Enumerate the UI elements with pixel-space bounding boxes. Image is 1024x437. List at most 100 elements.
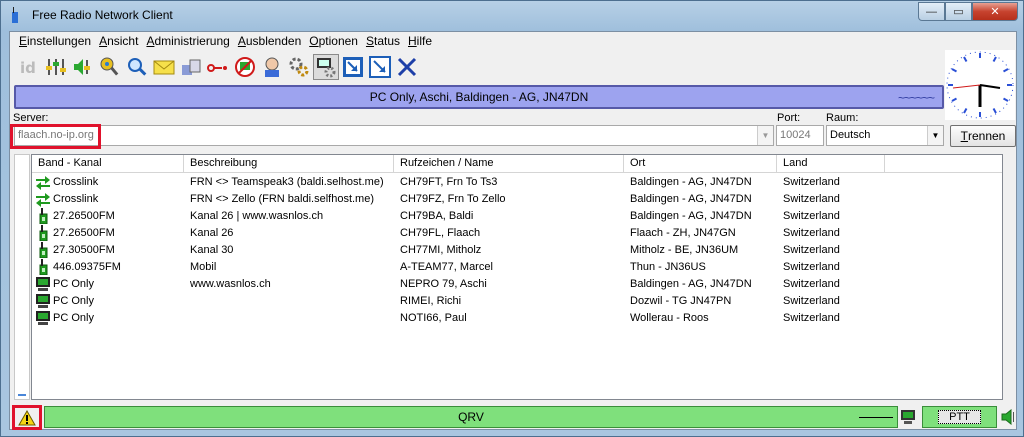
menu-item-accelerator: H (408, 34, 417, 48)
table-row[interactable]: Crosslink FRN <> Zello (FRN baldi.selfhos… (32, 190, 1002, 207)
current-speaker-banner: PC Only, Aschi, Baldingen - AG, JN47DN ~… (14, 85, 944, 109)
menu-bar: Einstellungen Ansicht Administrierung Ausbl… (10, 32, 437, 52)
table-cell-land: Switzerland (783, 260, 840, 273)
radio-icon (35, 258, 51, 275)
menu-item[interactable]: Administrierung (143, 32, 234, 52)
no-pc-icon[interactable] (232, 54, 258, 80)
table-cell-call: CH79FZ, Frn To Zello (400, 192, 506, 205)
table-cell-band: 27.26500FM (32, 224, 184, 241)
room-label: Raum: (826, 112, 859, 124)
port-field[interactable]: 10024 (776, 125, 824, 146)
table-header: Band - Kanal Beschreibung Rufzeichen / N… (32, 155, 1002, 173)
disconnect-key: T (960, 129, 968, 143)
table-cell-desc: Kanal 30 (190, 243, 234, 256)
menu-item[interactable]: Ausblenden (235, 32, 306, 52)
mixer-icon[interactable] (43, 54, 69, 80)
user-icon[interactable] (259, 54, 285, 80)
menu-item-label: tatus (373, 34, 400, 48)
side-indicator-mark (18, 394, 26, 396)
port-label: Port: (777, 112, 801, 124)
hand-icon[interactable] (178, 54, 204, 80)
table-row[interactable]: 27.26500FM Kanal 26 CH79FL, Flaach Flaach -… (32, 224, 1002, 241)
envelope-icon[interactable] (151, 54, 177, 80)
table-row[interactable]: PC Only www.wasnlos.ch NEPRO 79, Aschi Bald… (32, 275, 1002, 292)
menu-item-label: ptionen (318, 34, 358, 48)
minimize-button[interactable]: — (918, 2, 945, 21)
magnifier-icon[interactable] (124, 54, 150, 80)
table-row[interactable]: Crosslink FRN <> Teamspeak3 (baldi.selhos… (32, 173, 1002, 190)
table-cell-ort: Baldingen - AG, JN47DN (630, 209, 752, 222)
band-label: Crosslink (53, 192, 99, 205)
menu-item-label: ilfe (416, 34, 433, 48)
id-icon[interactable]: id (16, 54, 42, 80)
table-row[interactable]: PC Only NOTI66, Paul Wollerau - Roos Switze… (32, 309, 1002, 326)
table-cell-land: Switzerland (783, 311, 840, 324)
key-icon[interactable] (97, 54, 123, 80)
menu-item[interactable]: Ansicht (96, 32, 143, 52)
app-radio-icon (12, 7, 18, 23)
room-dropdown-arrow-icon[interactable]: ▼ (927, 126, 943, 145)
table-cell-land: Switzerland (783, 243, 840, 256)
ptt-button[interactable]: PTT (922, 406, 997, 428)
menu-item-accelerator: A (237, 34, 246, 48)
pc-settings-icon[interactable] (313, 54, 339, 80)
server-dropdown-arrow-icon[interactable]: ▼ (757, 126, 773, 145)
column-header-band[interactable]: Band - Kanal (32, 155, 184, 172)
menu-item-accelerator: A (99, 34, 108, 48)
server-combobox[interactable]: flaach.no-ip.org ▼ (14, 125, 774, 146)
table-cell-land: Switzerland (783, 175, 840, 188)
menu-item-label: dministrierung (154, 34, 230, 48)
table-cell-call: NOTI66, Paul (400, 311, 467, 324)
table-row[interactable]: 446.09375FM Mobil A-TEAM77, Marcel Thun - J… (32, 258, 1002, 275)
table-cell-land: Switzerland (783, 209, 840, 222)
table-cell-ort: Thun - JN36US (630, 260, 706, 273)
qrv-level-line (859, 417, 893, 418)
ptt-label: PTT (938, 410, 981, 424)
column-header-callsign[interactable]: Rufzeichen / Name (394, 155, 624, 172)
table-cell-call: CH79BA, Baldi (400, 209, 474, 222)
room-select[interactable]: Deutsch ▼ (826, 125, 944, 146)
table-cell-ort: Baldingen - AG, JN47DN (630, 277, 752, 290)
column-header-location[interactable]: Ort (624, 155, 777, 172)
table-cell-call: NEPRO 79, Aschi (400, 277, 487, 290)
window-shrink-icon[interactable] (367, 54, 393, 80)
gears-icon[interactable] (286, 54, 312, 80)
table-row[interactable]: 27.30500FM Kanal 30 CH77MI, Mitholz Mitholz… (32, 241, 1002, 258)
menu-item[interactable]: Optionen (306, 32, 363, 52)
table-row[interactable]: 27.26500FM Kanal 26 | www.wasnlos.ch CH79B… (32, 207, 1002, 224)
menu-item[interactable]: Einstellungen (16, 32, 96, 52)
table-cell-band: 27.26500FM (32, 207, 184, 224)
title-bar[interactable]: Free Radio Network Client — ▭ ✕ (1, 1, 1024, 31)
band-label: PC Only (53, 311, 94, 324)
pc-icon (35, 276, 51, 292)
toolbar: id (16, 54, 420, 80)
pc-status-icon (901, 410, 915, 424)
table-cell-desc: FRN <> Zello (FRN baldi.selfhost.me) (190, 192, 374, 205)
server-label: Server: (13, 112, 49, 124)
table-row[interactable]: PC Only RIMEI, Richi Dozwil - TG JN47PN Swi… (32, 292, 1002, 309)
maximize-button[interactable]: ▭ (945, 2, 972, 21)
pc-icon (35, 293, 51, 309)
column-header-description[interactable]: Beschreibung (184, 155, 394, 172)
menu-item[interactable]: Status (363, 32, 405, 52)
client-area: Einstellungen Ansicht Administrierung Ausbl… (9, 31, 1017, 430)
menu-item-accelerator: O (309, 34, 319, 48)
window-restore-icon[interactable] (340, 54, 366, 80)
menu-item-accelerator: S (365, 34, 374, 48)
table-cell-desc: Kanal 26 | www.wasnlos.ch (190, 209, 324, 222)
qrv-status-bar: QRV (44, 406, 898, 428)
table-cell-band: PC Only (32, 276, 184, 292)
close-button[interactable]: ✕ (972, 2, 1018, 21)
disconnect-button[interactable]: Trennen (950, 125, 1016, 147)
qrv-status-text: QRV (458, 410, 484, 424)
column-header-country[interactable]: Land (777, 155, 885, 172)
close-x-icon[interactable] (394, 54, 420, 80)
radio-icon (35, 224, 51, 241)
menu-item[interactable]: Hilfe (405, 32, 437, 52)
speaker-volume-icon[interactable] (70, 54, 96, 80)
band-label: 27.30500FM (53, 243, 115, 256)
warning-highlight-box[interactable] (12, 405, 42, 430)
speaker-icon[interactable] (1000, 409, 1016, 425)
connector-icon[interactable] (205, 54, 231, 80)
radio-icon (35, 241, 51, 258)
